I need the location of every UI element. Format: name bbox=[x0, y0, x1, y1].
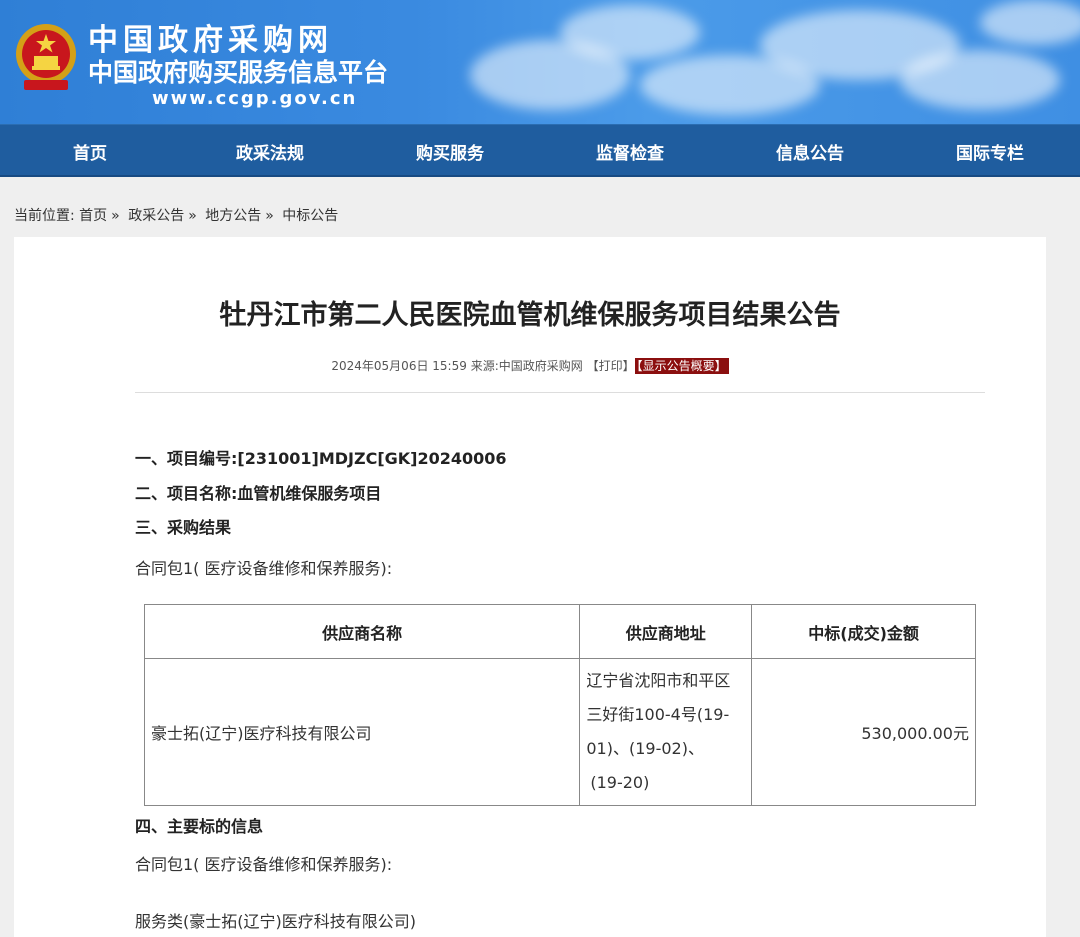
package-line: 合同包1( 医疗设备维修和保养服务): bbox=[135, 559, 393, 578]
breadcrumb-separator: » bbox=[188, 208, 197, 224]
cloud-decoration bbox=[980, 0, 1080, 45]
breadcrumb: 当前位置: 首页» 政采公告» 地方公告» 中标公告 bbox=[0, 177, 1080, 237]
cloud-decoration bbox=[900, 50, 1060, 110]
nav-item-announcements[interactable]: 信息公告 bbox=[720, 139, 900, 164]
result-table: 供应商名称 供应商地址 中标(成交)金额 豪士拓(辽宁)医疗科技有限公司 辽宁省… bbox=[143, 604, 976, 806]
breadcrumb-separator: » bbox=[265, 208, 274, 224]
source-name: 中国政府采购网 bbox=[498, 359, 583, 373]
section-result-heading: 三、采购结果 bbox=[135, 518, 232, 537]
page-title: 牡丹江市第二人民医院血管机维保服务项目结果公告 bbox=[219, 300, 841, 331]
header-supplier-name: 供应商名称 bbox=[143, 604, 581, 659]
print-link[interactable]: 【打印】 bbox=[587, 359, 635, 373]
divider bbox=[135, 392, 985, 393]
breadcrumb-award-notices[interactable]: 中标公告 bbox=[282, 208, 338, 224]
supplier-address-cell: 辽宁省沈阳市和平区 三好街100-4号(19- 01)、(19-02)、 (19… bbox=[579, 658, 753, 806]
cloud-decoration bbox=[560, 5, 700, 60]
address-line: (19-20) bbox=[590, 773, 650, 792]
breadcrumb-procurement-notices[interactable]: 政采公告 bbox=[128, 208, 184, 224]
national-emblem-icon[interactable] bbox=[14, 22, 78, 94]
address-line: 三好街100-4号(19- bbox=[586, 705, 730, 724]
nav-item-home[interactable]: 首页 bbox=[0, 139, 180, 164]
package-line-2: 合同包1( 医疗设备维修和保养服务): bbox=[135, 855, 393, 874]
table-row: 豪士拓(辽宁)医疗科技有限公司 辽宁省沈阳市和平区 三好街100-4号(19- … bbox=[143, 658, 976, 806]
main-nav: 首页 政采法规 购买服务 监督检查 信息公告 国际专栏 bbox=[0, 124, 1080, 177]
section-project-number: 一、项目编号:[231001]MDJZC[GK]20240006 bbox=[135, 449, 507, 468]
breadcrumb-local-notices[interactable]: 地方公告 bbox=[205, 208, 261, 224]
header-supplier-address: 供应商地址 bbox=[579, 604, 753, 659]
section-project-name: 二、项目名称:血管机维保服务项目 bbox=[135, 484, 382, 503]
nav-item-purchase-services[interactable]: 购买服务 bbox=[360, 139, 540, 164]
source-label: 来源: bbox=[470, 359, 499, 373]
publish-datetime: 2024年05月06日 15:59 bbox=[331, 359, 467, 373]
supplier-name-cell: 豪士拓(辽宁)医疗科技有限公司 bbox=[143, 658, 581, 806]
site-header: 中国政府采购网 中国政府购买服务信息平台 www.ccgp.gov.cn bbox=[0, 0, 1080, 124]
site-subtitle: 中国政府购买服务信息平台 bbox=[88, 58, 389, 87]
show-summary-button[interactable]: 【显示公告概要】 bbox=[634, 358, 729, 374]
service-line: 服务类(豪士拓(辽宁)医疗科技有限公司) bbox=[135, 912, 416, 931]
table-header-row: 供应商名称 供应商地址 中标(成交)金额 bbox=[143, 604, 976, 659]
header-award-amount: 中标(成交)金额 bbox=[751, 604, 976, 659]
nav-item-international[interactable]: 国际专栏 bbox=[900, 139, 1080, 164]
breadcrumb-separator: » bbox=[111, 208, 120, 224]
breadcrumb-home[interactable]: 首页 bbox=[79, 208, 107, 224]
breadcrumb-label: 当前位置: bbox=[14, 208, 75, 224]
nav-item-supervision[interactable]: 监督检查 bbox=[540, 139, 720, 164]
article-panel: 牡丹江市第二人民医院血管机维保服务项目结果公告 2024年05月06日 15:5… bbox=[14, 237, 1046, 937]
site-url: www.ccgp.gov.cn bbox=[152, 88, 358, 109]
award-amount-cell: 530,000.00元 bbox=[751, 658, 976, 806]
section-main-info-heading: 四、主要标的信息 bbox=[135, 817, 264, 836]
article-meta: 2024年05月06日 15:59 来源:中国政府采购网 【打印】 【显示公告概要… bbox=[14, 357, 1046, 374]
address-line: 01)、(19-02)、 bbox=[586, 739, 704, 758]
address-line: 辽宁省沈阳市和平区 bbox=[586, 671, 731, 690]
nav-item-regulations[interactable]: 政采法规 bbox=[180, 139, 360, 164]
site-name[interactable]: 中国政府采购网 bbox=[88, 24, 333, 58]
